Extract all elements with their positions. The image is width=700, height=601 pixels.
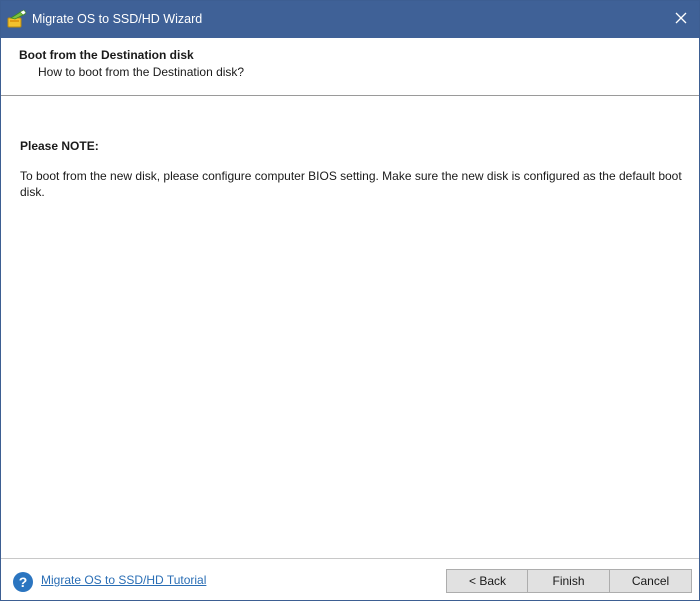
wizard-header: Boot from the Destination disk How to bo…: [1, 38, 699, 96]
svg-text:?: ?: [19, 574, 28, 590]
wizard-footer: ? Migrate OS to SSD/HD Tutorial < Back F…: [1, 558, 699, 600]
back-button[interactable]: < Back: [446, 569, 529, 593]
help-icon[interactable]: ?: [12, 571, 34, 593]
step-subtitle: How to boot from the Destination disk?: [38, 65, 244, 79]
step-title: Boot from the Destination disk: [19, 48, 194, 62]
cancel-button[interactable]: Cancel: [609, 569, 692, 593]
note-label: Please NOTE:: [20, 139, 99, 153]
window-title: Migrate OS to SSD/HD Wizard: [32, 12, 202, 26]
migrate-wizard-icon: [7, 9, 27, 29]
note-text: To boot from the new disk, please config…: [20, 168, 690, 200]
title-bar[interactable]: Migrate OS to SSD/HD Wizard: [1, 1, 699, 38]
finish-button[interactable]: Finish: [527, 569, 610, 593]
close-icon: [675, 12, 687, 27]
tutorial-link[interactable]: Migrate OS to SSD/HD Tutorial: [41, 573, 206, 587]
close-button[interactable]: [663, 1, 699, 38]
wizard-window: Migrate OS to SSD/HD Wizard Boot from th…: [0, 0, 700, 601]
